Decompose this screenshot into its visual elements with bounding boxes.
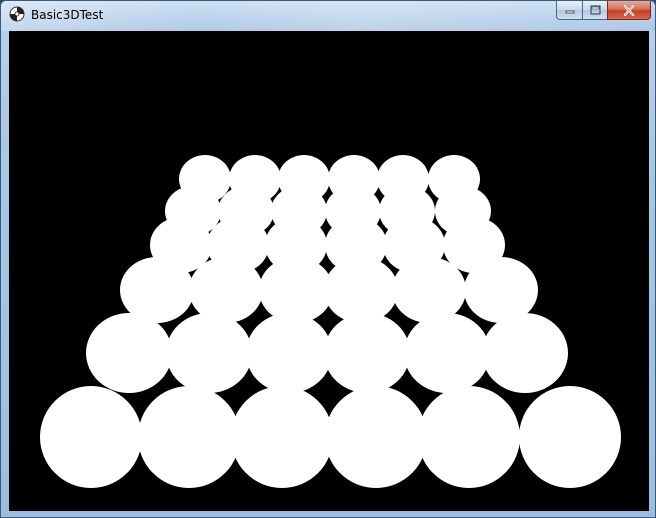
close-icon — [623, 4, 635, 16]
window-title: Basic3DTest — [31, 8, 104, 22]
sphere-5-6 — [482, 313, 568, 393]
close-button[interactable] — [607, 1, 651, 20]
app-window: Basic3DTest — [0, 0, 656, 518]
minimize-button[interactable] — [556, 1, 582, 20]
sphere-6-5 — [418, 386, 520, 488]
sphere-grid-scene — [9, 31, 649, 511]
caption-buttons — [556, 1, 651, 21]
directx-app-icon[interactable] — [9, 6, 25, 22]
sphere-5-2 — [166, 313, 252, 393]
maximize-button[interactable] — [582, 1, 607, 20]
sphere-6-2 — [138, 386, 240, 488]
sphere-4-2 — [189, 257, 263, 323]
sphere-5-4 — [324, 313, 410, 393]
sphere-6-6 — [519, 386, 621, 488]
render-viewport[interactable] — [9, 31, 649, 511]
sphere-6-1 — [40, 386, 142, 488]
sphere-4-3 — [259, 257, 333, 323]
sphere-6-4 — [325, 386, 427, 488]
maximize-icon — [590, 5, 600, 15]
sphere-5-3 — [246, 313, 332, 393]
title-bar[interactable]: Basic3DTest — [1, 1, 655, 31]
sphere-6-3 — [231, 386, 333, 488]
sphere-4-5 — [392, 257, 466, 323]
sphere-5-1 — [86, 313, 172, 393]
minimize-icon — [565, 10, 574, 14]
sphere-5-5 — [404, 313, 490, 393]
sphere-4-4 — [324, 257, 398, 323]
